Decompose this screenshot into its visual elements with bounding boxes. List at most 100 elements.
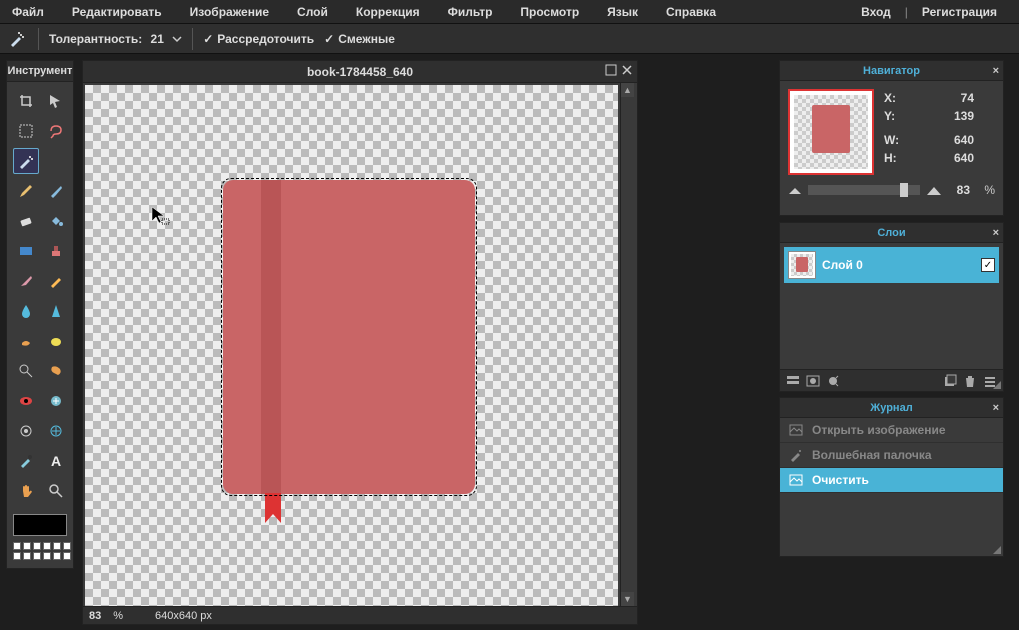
toolbox-title: Инструмент [7, 61, 73, 82]
resize-grip[interactable] [991, 544, 1001, 554]
layer-name[interactable]: Слой 0 [822, 258, 975, 272]
layer-settings-icon[interactable] [786, 374, 800, 388]
vertical-scrollbar[interactable]: ▲ ▼ [620, 83, 634, 606]
close-icon[interactable]: × [993, 402, 999, 414]
menubar: Файл Редактировать Изображение Слой Корр… [0, 0, 1019, 24]
crop-tool[interactable] [13, 88, 39, 114]
menu-image[interactable]: Изображение [176, 5, 283, 19]
layers-title: Слои [877, 227, 905, 239]
menu-language[interactable]: Язык [593, 5, 652, 19]
delete-layer-icon[interactable] [963, 374, 977, 388]
login-link[interactable]: Вход [857, 5, 905, 19]
color-replace-tool[interactable] [13, 268, 39, 294]
navigator-thumbnail[interactable] [788, 89, 874, 175]
history-panel: Журнал × Открыть изображение Волшебная п… [779, 397, 1004, 557]
color-swatches[interactable] [13, 542, 67, 560]
visibility-checkbox[interactable]: ✓ [981, 258, 995, 272]
magic-wand-icon [6, 28, 28, 50]
paint-bucket-tool[interactable] [43, 208, 69, 234]
empty-tool-slot [43, 148, 69, 174]
options-bar: Толерантность: 21 ✓ Рассредоточить ✓ Сме… [0, 24, 1019, 54]
layer-thumbnail [788, 251, 816, 279]
contiguous-label: Смежные [338, 32, 395, 46]
close-icon[interactable]: × [993, 227, 999, 239]
document-title: book-1784458_640 [307, 65, 413, 79]
menu-layer[interactable]: Слой [283, 5, 342, 19]
spot-heal-tool[interactable] [43, 388, 69, 414]
bloat-tool[interactable] [13, 418, 39, 444]
layers-panel: Слои × Слой 0 ✓ [779, 222, 1004, 392]
resize-grip[interactable] [991, 379, 1001, 389]
layer-mask-icon[interactable] [806, 374, 820, 388]
move-tool[interactable] [43, 88, 69, 114]
hand-tool[interactable] [13, 478, 39, 504]
gradient-tool[interactable] [13, 238, 39, 264]
magic-wand-tool[interactable] [13, 148, 39, 174]
blur-tool[interactable] [13, 298, 39, 324]
menu-view[interactable]: Просмотр [506, 5, 593, 19]
type-tool[interactable]: A [43, 448, 69, 474]
sponge-tool[interactable] [43, 328, 69, 354]
maximize-icon[interactable] [605, 64, 617, 76]
separator [38, 28, 39, 50]
selection-marquee [221, 178, 477, 496]
zoom-unit: % [113, 610, 123, 622]
canvas[interactable] [85, 85, 618, 606]
history-item-clear[interactable]: Очистить [780, 468, 1003, 493]
zoom-tool[interactable] [43, 478, 69, 504]
history-item-wand[interactable]: Волшебная палочка [780, 443, 1003, 468]
zoom-value[interactable]: 83 [948, 183, 978, 197]
tolerance-label: Толерантность: [49, 32, 142, 46]
clear-icon [788, 472, 804, 488]
new-layer-icon[interactable] [943, 374, 957, 388]
layer-row[interactable]: Слой 0 ✓ [784, 247, 999, 283]
contiguous-checkbox[interactable]: ✓ Смежные [324, 32, 395, 46]
foreground-color-swatch[interactable] [13, 514, 67, 536]
anti-alias-label: Рассредоточить [217, 32, 314, 46]
scroll-up-icon[interactable]: ▲ [621, 83, 634, 97]
close-icon[interactable]: × [993, 65, 999, 77]
sharpen-tool[interactable] [43, 298, 69, 324]
svg-text:A: A [51, 453, 61, 469]
check-icon: ✓ [203, 32, 213, 46]
marquee-tool[interactable] [13, 118, 39, 144]
document-titlebar[interactable]: book-1784458_640 [83, 61, 637, 83]
dodge-tool[interactable] [13, 358, 39, 384]
brush-tool[interactable] [43, 178, 69, 204]
tolerance-value[interactable]: 21 [148, 32, 166, 46]
smudge-tool[interactable] [13, 328, 39, 354]
colorpicker-tool[interactable] [13, 448, 39, 474]
cursor-icon [150, 205, 170, 225]
zoom-in-icon[interactable] [926, 184, 942, 196]
history-item-open[interactable]: Открыть изображение [780, 418, 1003, 443]
separator [192, 28, 193, 50]
menu-file[interactable]: Файл [8, 5, 58, 19]
scroll-down-icon[interactable]: ▼ [621, 592, 634, 606]
history-title: Журнал [870, 402, 912, 414]
check-icon: ✓ [324, 32, 334, 46]
pinch-tool[interactable] [43, 418, 69, 444]
burn-tool[interactable] [43, 358, 69, 384]
document-window: book-1784458_640 ▲ ▼ 83 % 640x640 px [82, 60, 638, 625]
menu-edit[interactable]: Редактировать [58, 5, 176, 19]
menu-filter[interactable]: Фильтр [434, 5, 507, 19]
dropdown-icon[interactable] [172, 34, 182, 44]
zoom-out-icon[interactable] [788, 185, 802, 195]
lasso-tool[interactable] [43, 118, 69, 144]
clone-stamp-tool[interactable] [43, 238, 69, 264]
magic-wand-icon [788, 447, 804, 463]
open-image-icon [788, 422, 804, 438]
navigator-panel: Навигатор × X:74 Y:139 W:640 H:640 83 % [779, 60, 1004, 216]
zoom-slider[interactable] [808, 185, 920, 195]
close-icon[interactable] [621, 64, 633, 76]
layer-styles-icon[interactable] [826, 374, 840, 388]
register-link[interactable]: Регистрация [908, 5, 1011, 19]
pencil-tool[interactable] [13, 178, 39, 204]
eraser-tool[interactable] [13, 208, 39, 234]
anti-alias-checkbox[interactable]: ✓ Рассредоточить [203, 32, 314, 46]
zoom-unit: % [984, 183, 995, 197]
red-eye-tool[interactable] [13, 388, 39, 414]
drawing-tool[interactable] [43, 268, 69, 294]
menu-help[interactable]: Справка [652, 5, 730, 19]
menu-adjustment[interactable]: Коррекция [342, 5, 434, 19]
